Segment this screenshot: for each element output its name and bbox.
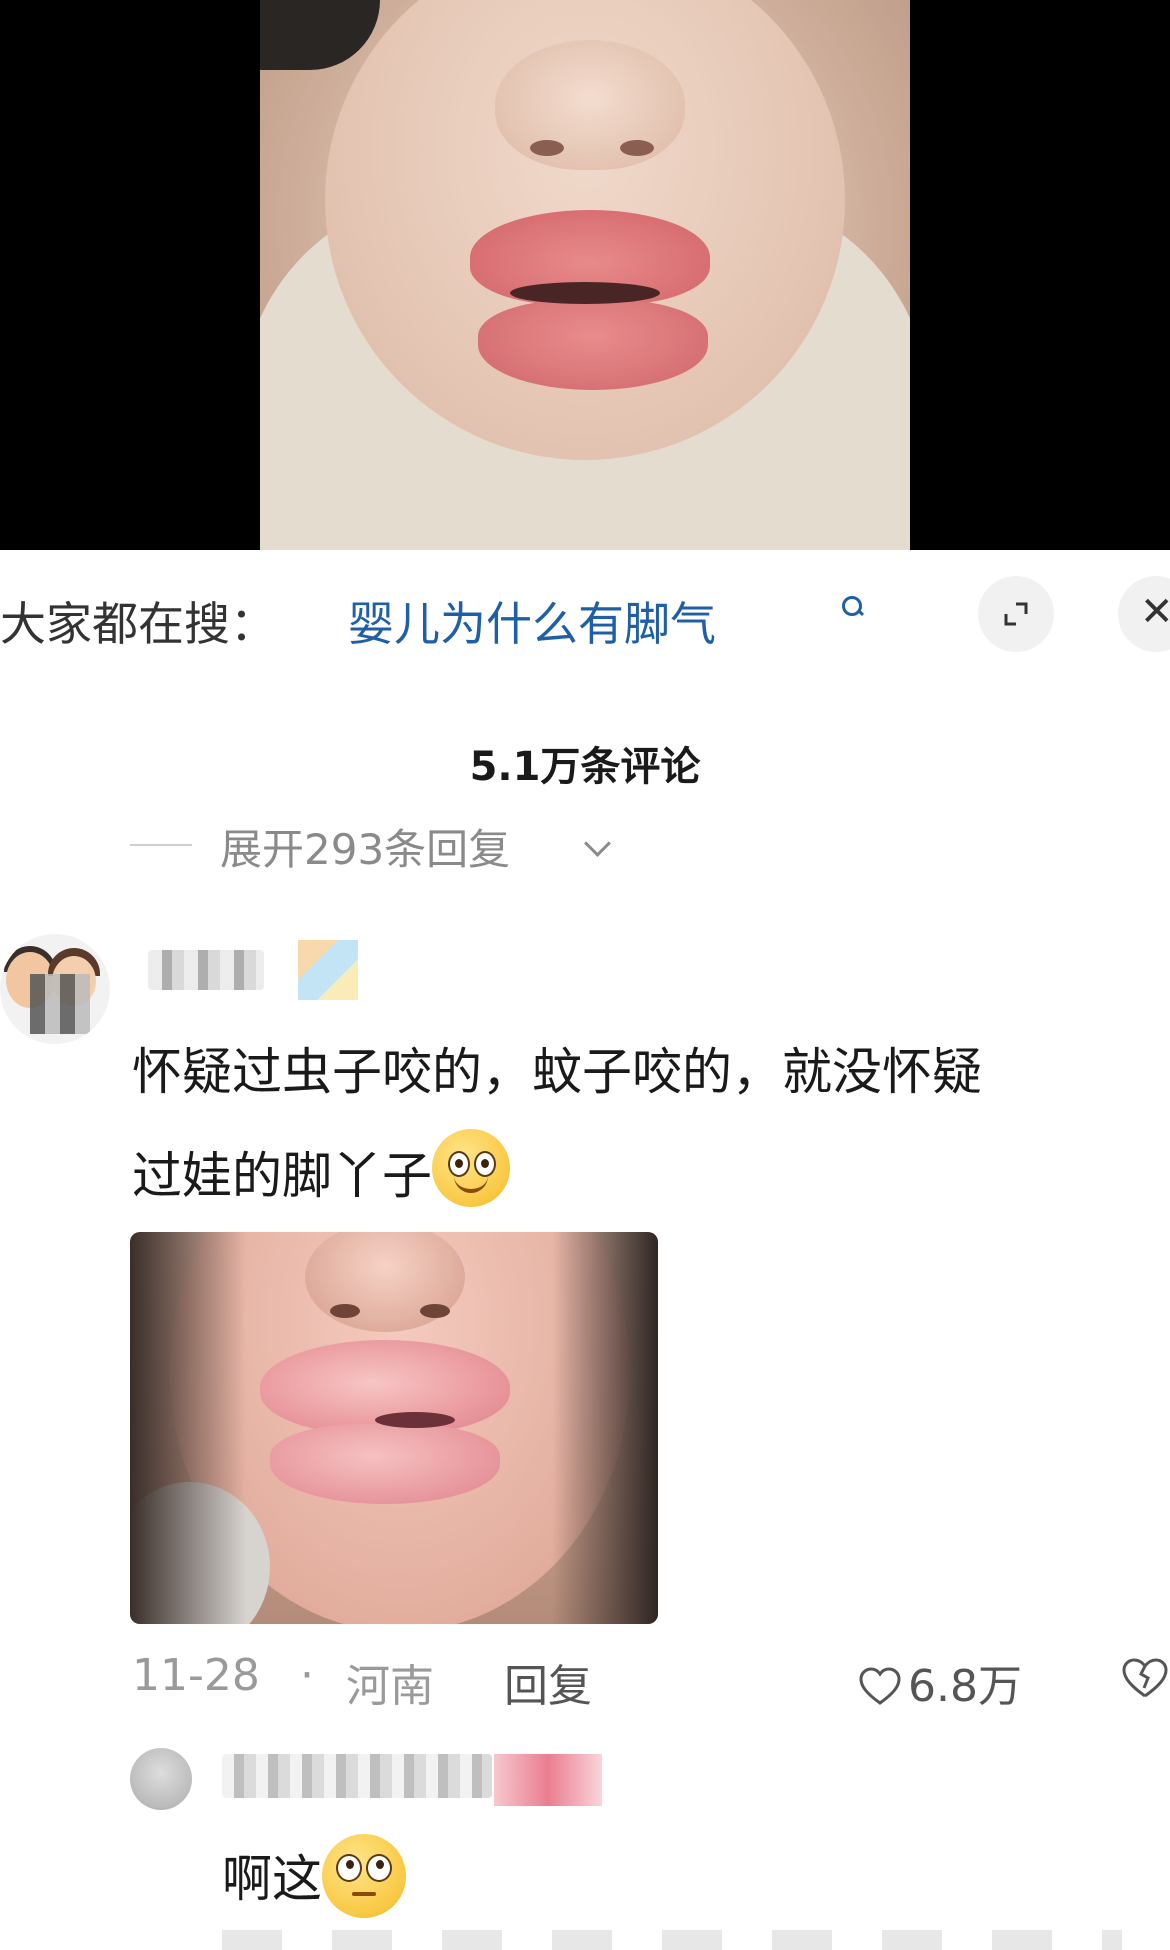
close-button[interactable]: ✕	[1118, 576, 1170, 652]
reply-meta-cutoff	[222, 1930, 1122, 1950]
comment-text-line: 过娃的脚丫子	[132, 1147, 432, 1205]
like-button[interactable]: 6.8万	[858, 1650, 1022, 1714]
comment-photo[interactable]	[130, 1232, 658, 1624]
reply-text-content: 啊这	[222, 1850, 322, 1908]
comment-count: 5.1万条评论	[469, 744, 701, 790]
heart-icon	[859, 1667, 901, 1705]
trending-search-bar[interactable]: 大家都在搜： 婴儿为什么有脚气 ✕	[0, 576, 1170, 666]
comment-location: 河南	[346, 1661, 434, 1712]
broken-heart-icon[interactable]	[1120, 1656, 1170, 1700]
trending-search-term[interactable]: 婴儿为什么有脚气	[348, 588, 716, 654]
meta-separator: ·	[300, 1650, 314, 1701]
reply-username-blurred[interactable]	[222, 1754, 492, 1798]
reply-avatar[interactable]	[130, 1748, 192, 1810]
comment-text-line: 怀疑过虫子咬的，蚊子咬的，就没怀疑	[132, 1043, 982, 1101]
trending-search-prefix: 大家都在搜：	[0, 597, 276, 651]
close-icon: ✕	[1140, 589, 1170, 635]
chevron-down-icon	[584, 830, 611, 857]
comment-meta: 11-28 · 河南 回复 6.8万	[132, 1650, 1170, 1712]
divider	[130, 844, 192, 846]
comment-text: 怀疑过虫子咬的，蚊子咬的，就没怀疑 过娃的脚丫子	[132, 1020, 1142, 1228]
search-icon	[842, 596, 862, 616]
avatar[interactable]	[0, 934, 110, 1044]
comment-date: 11-28	[132, 1650, 260, 1701]
reply-user-badge	[494, 1754, 602, 1806]
user-badge	[298, 940, 358, 1000]
video-frame	[260, 0, 910, 550]
expand-button[interactable]	[978, 576, 1054, 652]
reply-button[interactable]: 回复	[504, 1650, 592, 1714]
video-player[interactable]	[0, 0, 1170, 550]
expand-replies-label: 展开293条回复	[220, 825, 511, 874]
dazed-emoji-icon	[322, 1834, 406, 1918]
smile-emoji-icon	[432, 1129, 510, 1207]
expand-icon	[1004, 602, 1028, 626]
username-blurred[interactable]	[148, 950, 264, 990]
reply-text: 啊这	[222, 1834, 406, 1919]
like-count: 6.8万	[908, 1661, 1022, 1712]
